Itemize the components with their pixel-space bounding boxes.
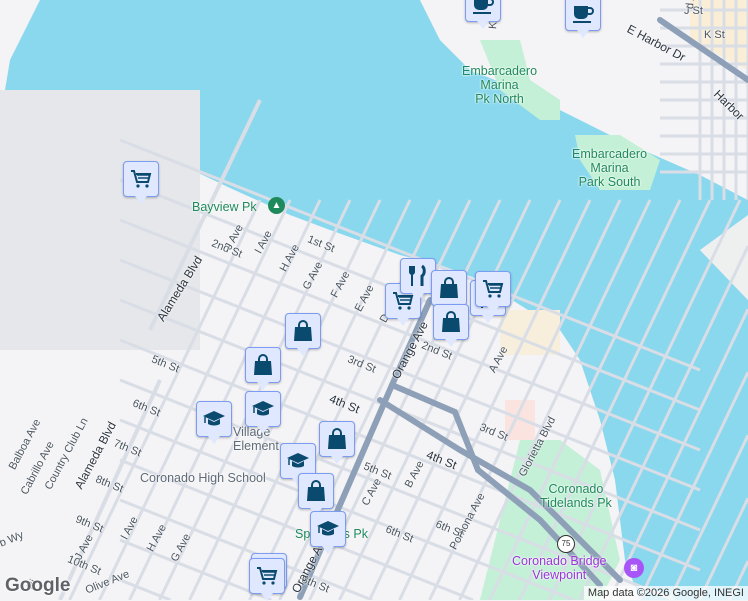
park-label-tidelands: Coronado Tidelands Pk <box>540 482 612 510</box>
map-pin-bag[interactable] <box>319 421 355 464</box>
map-pin-coffee[interactable] <box>565 0 601 38</box>
map-pin-bag[interactable] <box>285 313 321 356</box>
cart-icon <box>257 567 278 585</box>
park-label-marina-south: Embarcadero Marina Park South <box>572 147 648 189</box>
map-pin-cart[interactable] <box>249 558 285 601</box>
map-pin-bag[interactable] <box>298 473 334 516</box>
map-pin-coffee[interactable] <box>465 0 501 29</box>
graduation-cap-icon <box>287 453 309 468</box>
park-label-marina-north: Embarcadero Marina Pk North <box>462 64 538 106</box>
map-pin-cart[interactable] <box>123 161 159 204</box>
coffee-icon <box>573 6 594 23</box>
bag-icon <box>440 277 458 298</box>
google-logo: Google <box>5 575 71 596</box>
cart-icon <box>483 280 504 298</box>
school-label-village-elementary: Village Element <box>233 425 279 453</box>
graduation-cap-icon <box>252 401 274 416</box>
map-pin-bag[interactable] <box>245 347 281 390</box>
street-label: K St <box>704 29 725 41</box>
bag-icon <box>328 428 346 449</box>
cart-icon <box>131 170 152 188</box>
map-pin-bag[interactable] <box>433 304 469 347</box>
map-pin-graduation-cap[interactable] <box>245 391 281 434</box>
graduation-cap-icon <box>203 411 225 426</box>
map-pin-cart[interactable] <box>475 271 511 314</box>
bag-icon <box>254 354 272 375</box>
tree-icon: ▲ <box>268 197 285 214</box>
map-pin-graduation-cap[interactable] <box>310 511 346 554</box>
map-pin-bag[interactable] <box>431 270 467 313</box>
bag-icon <box>307 480 325 501</box>
graduation-cap-icon <box>317 521 339 536</box>
school-label-coronado-high: Coronado High School <box>140 471 266 485</box>
map-canvas[interactable] <box>0 0 748 600</box>
route-75-shield: 75 <box>557 535 575 553</box>
fork-knife-icon <box>409 264 426 286</box>
park-label-bayview: Bayview Pk <box>192 200 257 214</box>
coffee-icon <box>473 0 494 14</box>
poi-label-bridge-viewpoint[interactable]: Coronado Bridge Viewpoint <box>512 554 607 582</box>
bag-icon <box>442 311 460 332</box>
bag-icon <box>294 320 312 341</box>
camera-icon[interactable]: ◙ <box>624 558 644 578</box>
map-attribution[interactable]: Map data ©2026 Google, INEGI <box>583 586 748 600</box>
map-pin-graduation-cap[interactable] <box>196 401 232 444</box>
